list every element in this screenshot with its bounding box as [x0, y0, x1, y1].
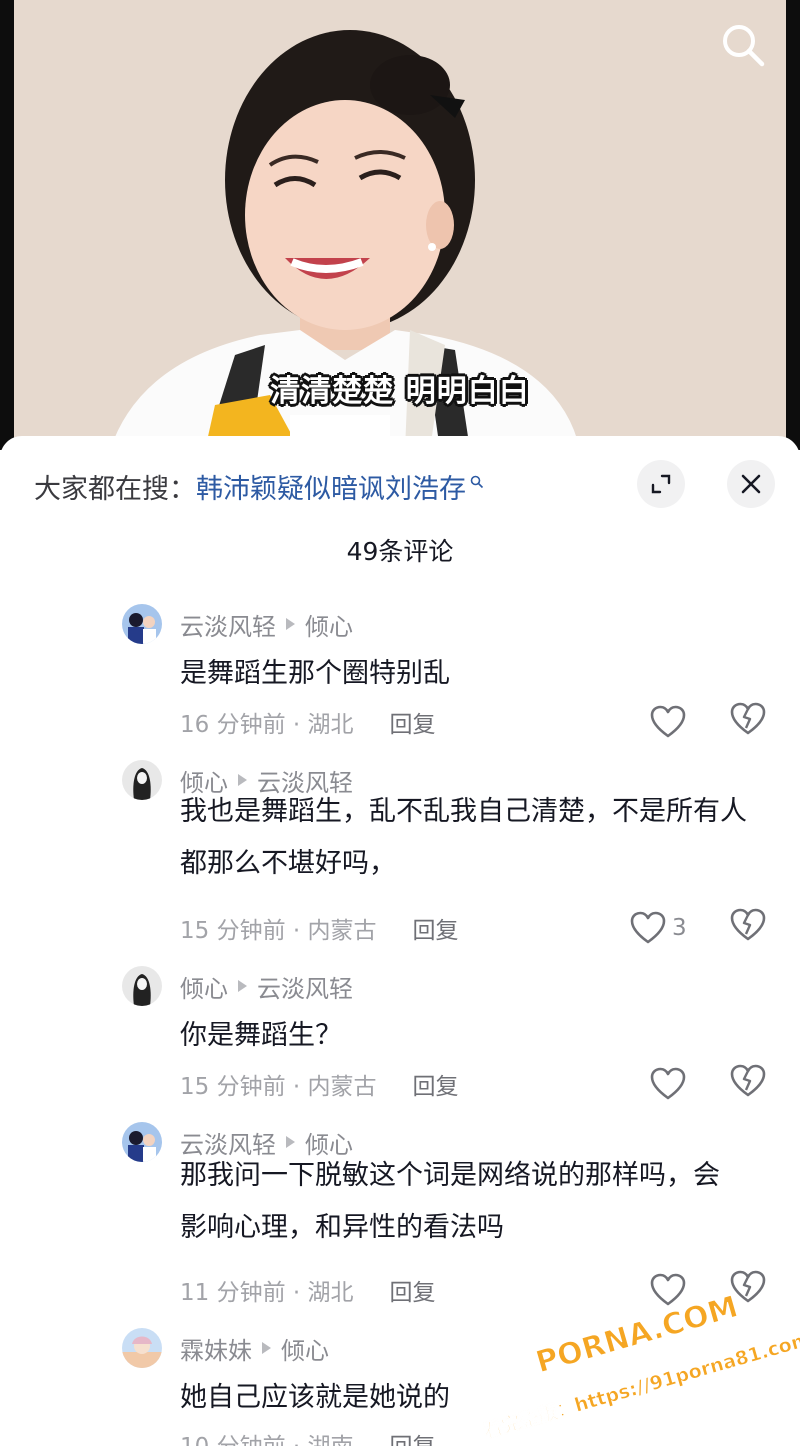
avatar[interactable]	[122, 966, 162, 1006]
comment-meta: 15 分钟前 · 内蒙古 回复	[180, 908, 459, 948]
comment-time-location: 11 分钟前 · 湖北	[180, 1280, 354, 1306]
heart-icon	[650, 1067, 686, 1100]
avatar[interactable]	[122, 1328, 162, 1368]
trending-prefix: 大家都在搜：	[34, 473, 196, 505]
search-icon	[470, 465, 484, 496]
reply-arrow-icon	[262, 1342, 271, 1354]
like-count: 3	[672, 915, 687, 941]
trending-topic-link[interactable]: 韩沛颖疑似暗讽刘浩存	[196, 467, 466, 506]
reply-to-name[interactable]: 倾心	[305, 607, 353, 642]
reply-button[interactable]: 回复	[390, 1273, 436, 1307]
avatar[interactable]	[122, 760, 162, 800]
reply-arrow-icon	[238, 980, 247, 992]
comment-sheet: 大家都在搜： 韩沛颖疑似暗讽刘浩存 49条评论 云淡风轻 倾心 是舞蹈生那个圈特…	[0, 436, 800, 1446]
comment-text: 她自己应该就是她说的	[180, 1382, 450, 1413]
comment-text: 是舞蹈生那个圈特别乱	[180, 658, 450, 689]
reply-button[interactable]: 回复	[413, 1067, 459, 1101]
close-icon	[741, 474, 761, 494]
like-button[interactable]	[650, 1270, 692, 1310]
comment-item: 云淡风轻 倾心 那我问一下脱敏这个词是网络说的那样吗，会影响心理，和异性的看法吗…	[0, 1122, 800, 1322]
reply-to-name[interactable]: 倾心	[281, 1331, 329, 1366]
expand-icon	[651, 474, 671, 494]
comment-time-location: 15 分钟前 · 内蒙古	[180, 918, 377, 944]
heart-icon	[650, 705, 686, 738]
heart-icon	[630, 911, 666, 944]
comment-time-location: 10 分钟前 · 湖南	[180, 1427, 354, 1446]
comment-count: 49条评论	[346, 537, 454, 566]
broken-heart-icon	[730, 908, 766, 941]
dislike-button[interactable]	[730, 702, 768, 742]
comment-item: 倾心 云淡风轻 我也是舞蹈生，乱不乱我自己清楚，不是所有人都那么不堪好吗， 15…	[0, 760, 800, 960]
comment-item: 霖妹妹 倾心 她自己应该就是她说的 10 分钟前 · 湖南 回复	[0, 1328, 800, 1446]
expand-button[interactable]	[637, 460, 685, 508]
like-button[interactable]: 3	[630, 908, 687, 948]
search-icon[interactable]	[720, 22, 766, 68]
comment-text: 我也是舞蹈生，乱不乱我自己清楚，不是所有人都那么不堪好吗，	[180, 796, 747, 879]
reply-button[interactable]: 回复	[413, 911, 459, 945]
reply-to-name[interactable]: 云淡风轻	[257, 969, 353, 1004]
trending-search-bar[interactable]: 大家都在搜： 韩沛颖疑似暗讽刘浩存	[34, 466, 484, 506]
comment-authors: 云淡风轻 倾心	[180, 604, 353, 644]
reply-button[interactable]: 回复	[390, 1427, 436, 1446]
comment-meta: 16 分钟前 · 湖北 回复	[180, 702, 436, 742]
reply-button[interactable]: 回复	[390, 705, 436, 739]
dislike-button[interactable]	[730, 908, 768, 948]
broken-heart-icon	[730, 702, 766, 735]
comment-authors: 霖妹妹 倾心	[180, 1328, 329, 1368]
broken-heart-icon	[730, 1270, 766, 1303]
dislike-button[interactable]	[730, 1270, 768, 1310]
author-name[interactable]: 倾心	[180, 969, 228, 1004]
comment-authors: 倾心 云淡风轻	[180, 966, 353, 1006]
video-subtitle: 清清楚楚 明明白白	[270, 374, 530, 409]
dislike-button[interactable]	[730, 1064, 768, 1104]
heart-icon	[650, 1273, 686, 1306]
reply-arrow-icon	[286, 618, 295, 630]
like-button[interactable]	[650, 702, 692, 742]
reply-arrow-icon	[286, 1136, 295, 1148]
comment-meta: 10 分钟前 · 湖南 回复	[180, 1424, 436, 1446]
like-button[interactable]	[650, 1064, 692, 1104]
comment-meta: 15 分钟前 · 内蒙古 回复	[180, 1064, 459, 1104]
comment-text: 你是舞蹈生？	[180, 1020, 342, 1051]
close-button[interactable]	[727, 460, 775, 508]
author-name[interactable]: 霖妹妹	[180, 1331, 252, 1366]
author-name[interactable]: 云淡风轻	[180, 607, 276, 642]
avatar[interactable]	[122, 1122, 162, 1162]
comment-time-location: 15 分钟前 · 内蒙古	[180, 1074, 377, 1100]
comment-time-location: 16 分钟前 · 湖北	[180, 712, 354, 738]
comment-item: 云淡风轻 倾心 是舞蹈生那个圈特别乱 16 分钟前 · 湖北 回复	[0, 604, 800, 754]
comment-text: 那我问一下脱敏这个词是网络说的那样吗，会影响心理，和异性的看法吗	[180, 1160, 720, 1243]
video-player[interactable]: 清清楚楚 明明白白	[0, 0, 800, 450]
broken-heart-icon	[730, 1064, 766, 1097]
avatar[interactable]	[122, 604, 162, 644]
comment-meta: 11 分钟前 · 湖北 回复	[180, 1270, 436, 1310]
reply-arrow-icon	[238, 774, 247, 786]
comment-item: 倾心 云淡风轻 你是舞蹈生？ 15 分钟前 · 内蒙古 回复	[0, 966, 800, 1116]
